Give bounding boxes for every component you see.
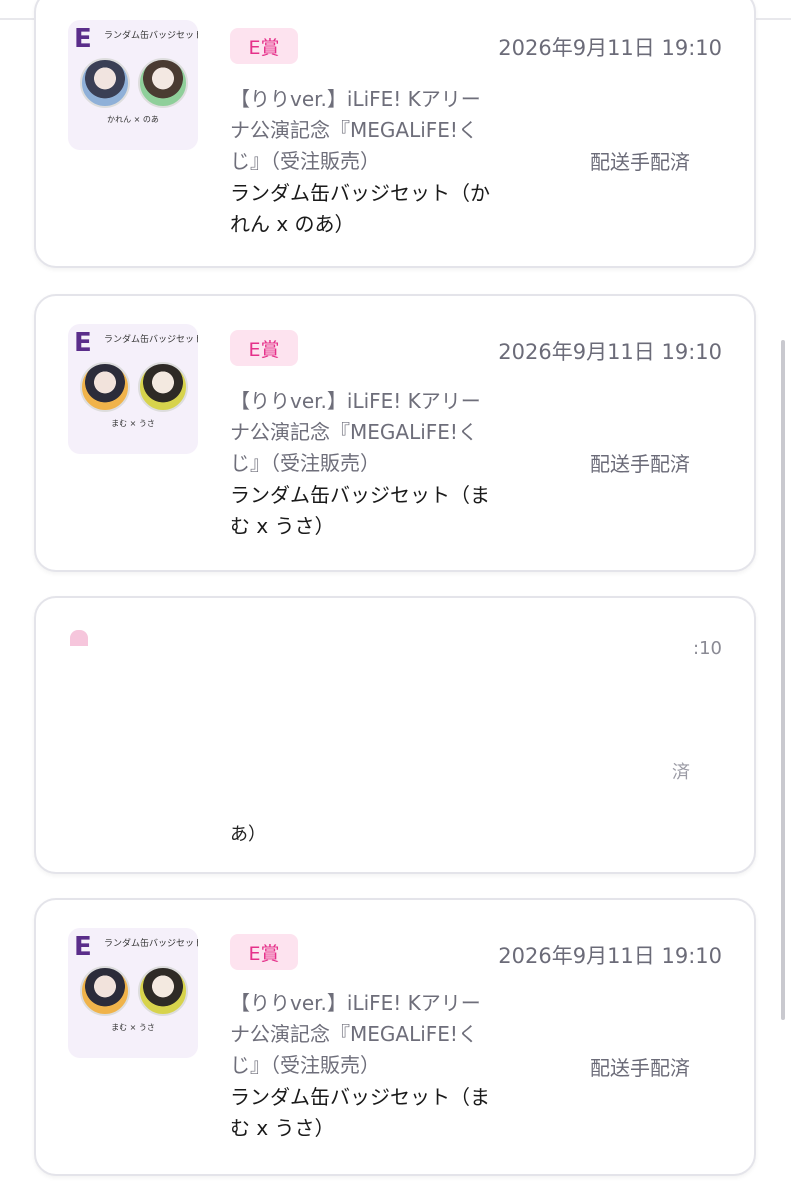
- order-date: 2026年9月11日 19:10: [498, 340, 722, 364]
- prize-letter-logo: E: [74, 932, 92, 962]
- description-line: ナ公演記念『MEGALiFE!く: [230, 118, 478, 142]
- product-name-line: ランダム缶バッジセット（ま: [230, 483, 490, 507]
- badge-photo-right: [138, 362, 188, 412]
- prize-badge: E賞: [230, 330, 298, 366]
- description-line: 【りりver.】iLiFE! Kアリー: [230, 991, 481, 1015]
- shipping-status: 配送手配済: [590, 452, 690, 476]
- product-name-line: ランダム缶バッジセット（か: [230, 181, 490, 205]
- thumbnail-names: まむ × うさ: [111, 1023, 155, 1032]
- order-date: 2026年9月11日 19:10: [498, 36, 722, 60]
- description-line: ナ公演記念『MEGALiFE!く: [230, 420, 478, 444]
- product-name-line: む x うさ）: [230, 514, 335, 538]
- product-name: ランダム缶バッジセット（か れん x のあ）: [230, 178, 540, 240]
- campaign-description: 【りりver.】iLiFE! Kアリー ナ公演記念『MEGALiFE!く じ』（…: [230, 988, 530, 1081]
- product-name: ランダム缶バッジセット（ま む x うさ）: [230, 1082, 540, 1144]
- thumbnail-title: ランダム缶バッジセット: [104, 939, 198, 949]
- shipping-status-fragment: 済: [672, 762, 690, 783]
- campaign-description: 【りりver.】iLiFE! Kアリー ナ公演記念『MEGALiFE!く じ』（…: [230, 386, 530, 479]
- product-thumbnail: E ランダム缶バッジセット まむ × うさ: [68, 928, 198, 1058]
- product-name-fragment: あ）: [230, 824, 266, 845]
- product-thumbnail: E ランダム缶バッジセット まむ × うさ: [68, 324, 198, 454]
- prize-letter-logo: E: [74, 328, 92, 358]
- prize-letter-logo: E: [74, 24, 92, 54]
- campaign-description: 【りりver.】iLiFE! Kアリー ナ公演記念『MEGALiFE!く じ』（…: [230, 84, 530, 177]
- badge-photo-right: [138, 966, 188, 1016]
- thumbnail-title: ランダム缶バッジセット: [104, 335, 198, 345]
- description-line: 【りりver.】iLiFE! Kアリー: [230, 389, 481, 413]
- order-card[interactable]: E ランダム缶バッジセット まむ × うさ E賞 2026年9月11日 19:1…: [34, 898, 756, 1176]
- thumbnail-title: ランダム缶バッジセット: [104, 31, 198, 41]
- prize-badge: E賞: [230, 934, 298, 970]
- order-date: 2026年9月11日 19:10: [498, 944, 722, 968]
- thumbnail-names: まむ × うさ: [111, 419, 155, 428]
- prize-badge: E賞: [230, 28, 298, 64]
- product-name: ランダム缶バッジセット（ま む x うさ）: [230, 480, 540, 542]
- description-line: 【りりver.】iLiFE! Kアリー: [230, 87, 481, 111]
- thumbnail-names: かれん × のあ: [107, 115, 159, 124]
- product-name-line: む x うさ）: [230, 1116, 335, 1140]
- product-name-line: れん x のあ）: [230, 212, 355, 236]
- order-card[interactable]: E ランダム缶バッジセット かれん × のあ E賞 2026年9月11日 19:…: [34, 0, 756, 268]
- order-card[interactable]: :10 済 あ）: [34, 596, 756, 874]
- product-name-line: ランダム缶バッジセット（ま: [230, 1085, 490, 1109]
- shipping-status: 配送手配済: [590, 150, 690, 174]
- order-card[interactable]: E ランダム缶バッジセット まむ × うさ E賞 2026年9月11日 19:1…: [34, 294, 756, 572]
- badge-photo-left: [80, 58, 130, 108]
- description-line: じ』（受注販売）: [230, 1053, 380, 1077]
- description-line: じ』（受注販売）: [230, 149, 380, 173]
- badge-photo-left: [80, 362, 130, 412]
- description-line: ナ公演記念『MEGALiFE!く: [230, 1022, 478, 1046]
- shipping-status: 配送手配済: [590, 1056, 690, 1080]
- description-line: じ』（受注販売）: [230, 451, 380, 475]
- vertical-scrollbar[interactable]: [781, 340, 785, 1020]
- badge-photo-left: [80, 966, 130, 1016]
- prize-letter-fragment: [70, 630, 88, 646]
- order-date-fragment: :10: [693, 638, 722, 659]
- badge-photo-right: [138, 58, 188, 108]
- product-thumbnail: E ランダム缶バッジセット かれん × のあ: [68, 20, 198, 150]
